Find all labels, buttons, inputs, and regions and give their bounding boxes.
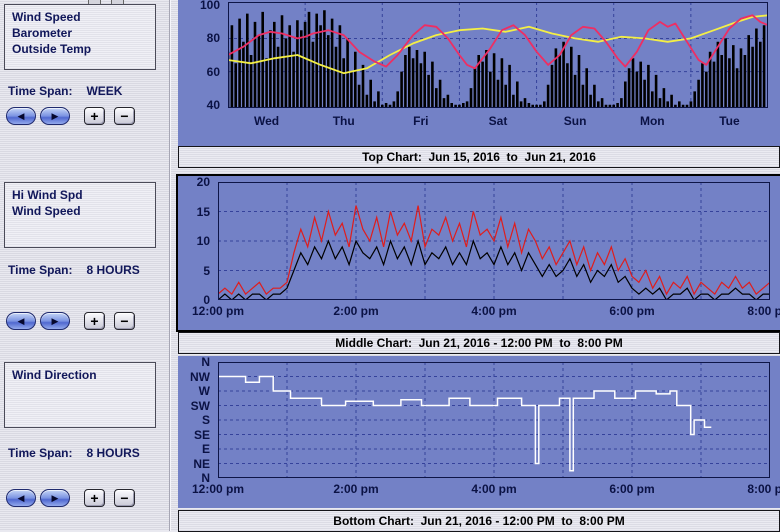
middle-series-list[interactable]: Hi Wind Spd Wind Speed [4,182,156,248]
left-arrow-icon: ◀ [18,494,25,503]
y-tick-label: 10 [178,234,210,249]
x-tick-label: Sat [489,114,508,128]
y-tick-label: SE [178,428,210,443]
series-label: Wind Speed [12,9,155,25]
zoom-out-button[interactable]: − [114,312,135,330]
y-tick-label: NE [178,457,210,472]
x-tick-label: Tue [719,114,739,128]
y-tick-label: W [178,384,210,399]
x-tick-label: 4:00 pm [471,482,516,496]
zoom-out-button[interactable]: − [114,107,135,125]
y-tick-label: 40 [178,98,220,113]
bottom-chart-controls: Wind Direction Time Span: 8 HOURS ◀ ▶ + − [0,356,178,531]
bottom-series-list[interactable]: Wind Direction [4,362,156,428]
plus-icon: + [90,313,98,329]
scroll-left-button[interactable]: ◀ [6,489,36,507]
x-tick-label: 2:00 pm [333,304,378,318]
time-span-value: 8 HOURS [86,446,139,460]
y-tick-label: N [178,355,210,370]
charts-area: WedThuFriSatSunMonTue100806040 Top Chart… [178,0,780,531]
zoom-out-button[interactable]: − [114,489,135,507]
caption-text: Bottom Chart: Jun 21, 2016 - 12:00 PM to… [333,514,624,528]
bottom-chart-panel[interactable]: 12:00 pm2:00 pm4:00 pm6:00 pm8:00 pmNNWW… [178,356,780,508]
time-span-row: Time Span: WEEK [8,84,122,98]
top-chart-panel[interactable]: Wed Thu Fri Sat Sun Mon Tue 100 80 60 40 [178,0,780,146]
time-span-row: Time Span: 8 HOURS [8,446,140,460]
time-span-row: Time Span: 8 HOURS [8,263,140,277]
y-tick-label: E [178,442,210,457]
x-tick-label: 8:00 pm [747,304,780,318]
bottom-chart-buttons: ◀ ▶ + − [6,489,144,507]
x-tick-label: 2:00 pm [333,482,378,496]
scroll-left-button[interactable]: ◀ [6,107,36,125]
time-span-value: 8 HOURS [86,263,139,277]
middle-chart-panel[interactable]: 12:00 pm2:00 pm4:00 pm6:00 pm8:00 pm2015… [178,176,780,330]
y-tick-label: 20 [178,175,210,190]
top-series-list[interactable]: Wind Speed Barometer Outside Temp [4,4,156,70]
scroll-right-button[interactable]: ▶ [40,312,70,330]
time-span-value: WEEK [86,84,122,98]
right-arrow-icon: ▶ [52,112,59,121]
y-tick-label: 15 [178,205,210,220]
left-arrow-icon: ◀ [18,112,25,121]
zoom-in-button[interactable]: + [84,107,105,125]
y-tick-label: 60 [178,65,220,80]
minus-icon: − [120,108,128,124]
y-tick-label: N [178,471,210,486]
left-arrow-icon: ◀ [18,317,25,326]
zoom-in-button[interactable]: + [84,312,105,330]
y-tick-label: 100 [178,0,220,13]
top-chart-caption: Top Chart: Jun 15, 2016 to Jun 21, 2016 [178,146,780,168]
x-tick-label: 6:00 pm [609,482,654,496]
x-tick-label: Sun [564,114,587,128]
y-tick-label: S [178,413,210,428]
bottom-chart-plot [218,362,770,478]
x-tick-label: Wed [254,114,279,128]
top-chart-controls: Wind Speed Barometer Outside Temp Time S… [0,0,178,146]
series-label: Wind Speed [12,203,155,219]
time-span-label: Time Span: [8,263,72,277]
scroll-left-button[interactable]: ◀ [6,312,36,330]
series-label: Outside Temp [12,41,155,57]
series-label: Barometer [12,25,155,41]
zoom-in-button[interactable]: + [84,489,105,507]
series-label: Hi Wind Spd [12,187,155,203]
caption-text: Middle Chart: Jun 21, 2016 - 12:00 PM to… [335,336,622,350]
y-tick-label: SW [178,399,210,414]
right-arrow-icon: ▶ [52,317,59,326]
time-span-label: Time Span: [8,84,72,98]
middle-chart-buttons: ◀ ▶ + − [6,312,144,330]
x-tick-label: 8:00 pm [747,482,780,496]
caption-text: Top Chart: Jun 15, 2016 to Jun 21, 2016 [362,150,596,164]
y-tick-label: NW [178,370,210,385]
plus-icon: + [90,490,98,506]
y-tick-label: 0 [178,293,210,308]
top-chart-plot [228,2,768,108]
middle-chart-caption: Middle Chart: Jun 21, 2016 - 12:00 PM to… [178,332,780,354]
right-arrow-icon: ▶ [52,494,59,503]
y-tick-label: 5 [178,264,210,279]
bottom-chart-caption: Bottom Chart: Jun 21, 2016 - 12:00 PM to… [178,510,780,532]
x-tick-label: Thu [333,114,355,128]
time-span-label: Time Span: [8,446,72,460]
middle-chart-plot [218,182,770,300]
y-tick-label: 80 [178,31,220,46]
top-chart-buttons: ◀ ▶ + − [6,107,144,125]
middle-chart-controls: Hi Wind Spd Wind Speed Time Span: 8 HOURS… [0,176,178,330]
scroll-right-button[interactable]: ▶ [40,107,70,125]
sidebar: Wind Speed Barometer Outside Temp Time S… [0,0,178,531]
series-label: Wind Direction [12,367,155,383]
minus-icon: − [120,313,128,329]
x-tick-label: 6:00 pm [609,304,654,318]
minus-icon: − [120,490,128,506]
x-tick-label: Mon [640,114,665,128]
x-tick-label: 4:00 pm [471,304,516,318]
plus-icon: + [90,108,98,124]
scroll-right-button[interactable]: ▶ [40,489,70,507]
x-tick-label: Fri [413,114,428,128]
